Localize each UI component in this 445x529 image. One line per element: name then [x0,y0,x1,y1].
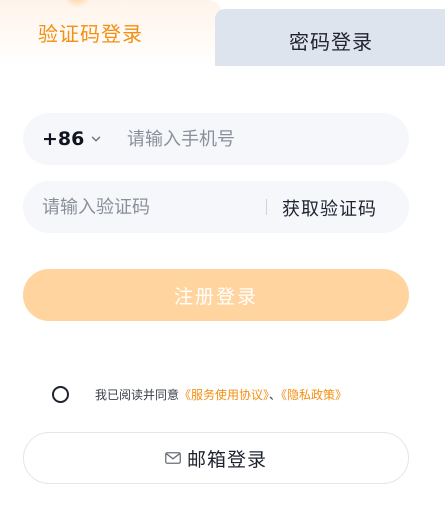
register-login-button[interactable]: 注册登录 [23,269,409,321]
login-tabs: 验证码登录 密码登录 [0,0,445,66]
email-login-label: 邮箱登录 [186,448,267,471]
country-code-selector[interactable]: +86 [42,128,101,150]
phone-field: +86 [23,113,409,165]
agreement-text: 我已阅读并同意《服务使用协议》、《隐私政策》 [95,386,347,403]
mail-icon [165,452,181,464]
agreement-radio[interactable] [52,385,69,403]
verification-code-field: 获取验证码 [23,181,409,233]
service-agreement-link[interactable]: 《服务使用协议》 [179,388,269,402]
tab-sms-login[interactable]: 验证码登录 [0,0,222,66]
tab-glow-decoration [62,0,92,8]
tab-sms-login-label: 验证码登录 [38,22,143,46]
agreement-separator: 、 [269,387,282,402]
tab-password-login[interactable]: 密码登录 [215,9,445,66]
privacy-policy-link[interactable]: 《隐私政策》 [281,388,347,402]
email-login-button[interactable]: 邮箱登录 [23,432,409,484]
agreement-row: 我已阅读并同意《服务使用协议》、《隐私政策》 [52,383,347,405]
phone-input[interactable] [127,113,397,165]
verification-code-input[interactable] [42,181,262,233]
chevron-down-icon [92,136,101,142]
country-code-value: +86 [42,128,85,150]
login-page: 验证码登录 密码登录 +86 获取验证码 注册登录 我已阅读并同意《服务使用协议… [0,0,445,529]
field-divider [266,199,267,215]
get-code-button[interactable]: 获取验证码 [282,195,377,221]
agreement-prefix: 我已阅读并同意 [95,387,180,402]
tab-password-login-label: 密码登录 [289,30,373,54]
